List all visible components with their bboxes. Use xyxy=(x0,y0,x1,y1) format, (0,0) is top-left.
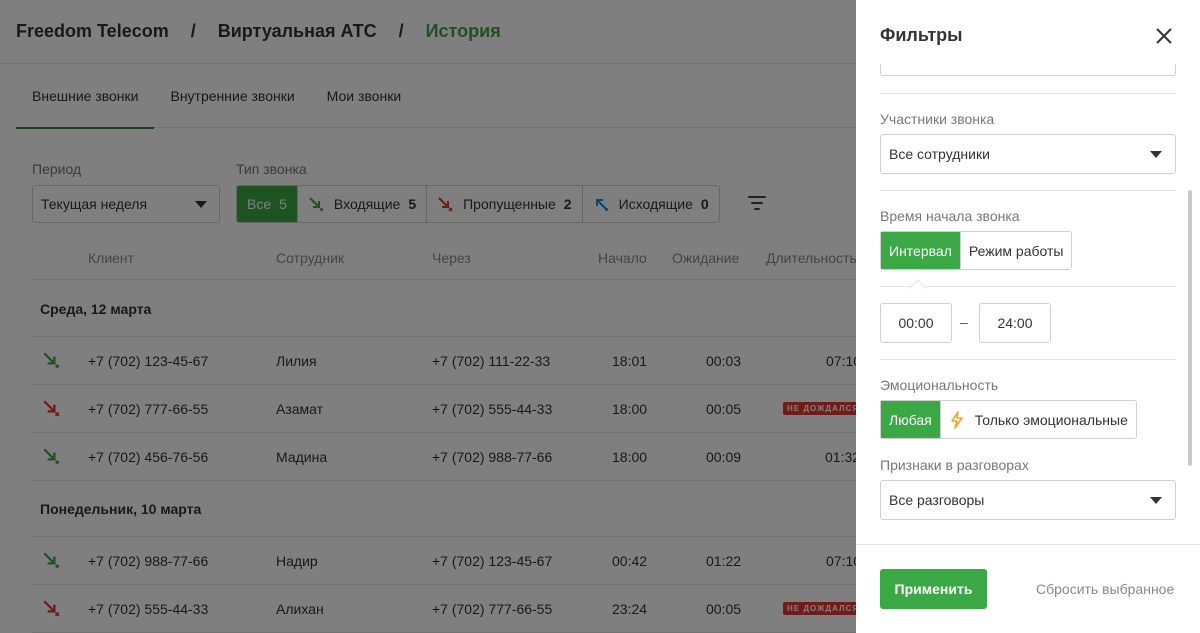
emotion-toggle: Любая Только эмоциональные xyxy=(880,400,1137,439)
time-range-dash: – xyxy=(960,314,968,330)
participants-label: Участники звонка xyxy=(880,111,995,127)
reset-selected-link[interactable]: Сбросить выбранное xyxy=(1036,581,1174,597)
drawer-header: Фильтры xyxy=(856,0,1200,64)
interval-pointer xyxy=(909,279,927,297)
close-icon[interactable] xyxy=(1152,24,1176,48)
lightning-icon xyxy=(950,410,963,429)
divider xyxy=(880,93,1176,94)
conversation-signs-value: Все разговоры xyxy=(889,492,985,508)
conversation-signs-label: Признаки в разговорах xyxy=(880,457,1029,473)
chevron-down-icon xyxy=(1150,151,1162,158)
emotion-only-button[interactable]: Только эмоциональные xyxy=(940,401,1136,438)
start-time-mode-toggle: Интервал Режим работы xyxy=(880,231,1073,270)
drawer-title: Фильтры xyxy=(880,25,963,45)
divider xyxy=(880,359,1176,360)
mode-work-hours-button[interactable]: Режим работы xyxy=(960,232,1072,269)
start-time-label: Время начала звонка xyxy=(880,208,1020,224)
time-to-input[interactable]: 24:00 xyxy=(979,303,1051,343)
chevron-down-icon xyxy=(1150,497,1162,504)
emotion-label: Эмоциональность xyxy=(880,377,999,393)
drawer-footer: Применить Сбросить выбранное xyxy=(856,544,1200,633)
drawer-body: Участники звонка Все сотрудники Время на… xyxy=(856,64,1200,544)
participants-select[interactable]: Все сотрудники xyxy=(880,134,1176,174)
participants-value: Все сотрудники xyxy=(889,146,990,162)
scrolled-select[interactable] xyxy=(880,64,1176,76)
filters-drawer: Фильтры Участники звонка Все сотрудники … xyxy=(856,0,1200,633)
emotion-only-label: Только эмоциональные xyxy=(974,411,1128,428)
time-from-input[interactable]: 00:00 xyxy=(880,303,952,343)
conversation-signs-select[interactable]: Все разговоры xyxy=(880,480,1176,520)
emotion-any-button[interactable]: Любая xyxy=(881,401,941,438)
mode-interval-button[interactable]: Интервал xyxy=(881,232,961,269)
drawer-scrollbar[interactable] xyxy=(1188,190,1192,466)
modal-overlay[interactable] xyxy=(0,0,856,633)
divider xyxy=(880,190,1176,191)
apply-button[interactable]: Применить xyxy=(880,569,987,609)
